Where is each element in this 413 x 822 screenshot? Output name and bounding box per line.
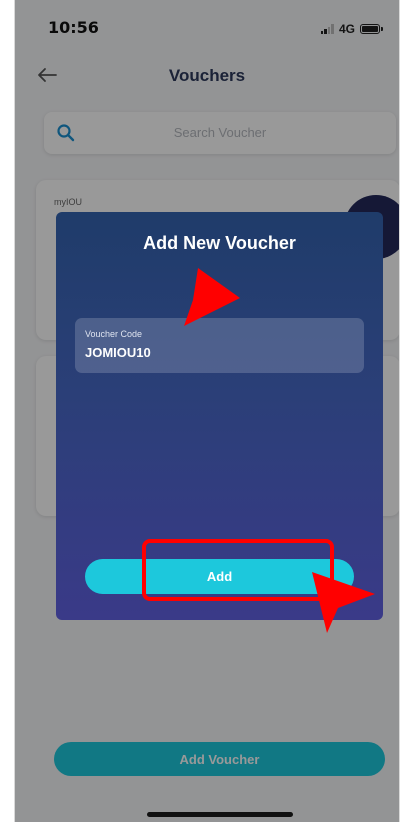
home-indicator (147, 812, 293, 817)
dialog-title: Add New Voucher (143, 233, 296, 253)
frame-border-left (14, 0, 15, 822)
frame-border-right (399, 0, 400, 822)
phone-screen: 10:56 4G Vouchers Search Voucher myIOU A… (14, 0, 400, 822)
voucher-code-label: Voucher Code (85, 329, 143, 339)
voucher-code-value[interactable]: JOMIOU10 (85, 345, 151, 360)
add-voucher-dialog: Add New Voucher Voucher Code JOMIOU10 Ad… (56, 212, 383, 620)
add-button[interactable]: Add (85, 559, 354, 594)
voucher-code-field[interactable]: Voucher Code JOMIOU10 (75, 318, 364, 373)
add-button-label: Add (206, 569, 233, 584)
